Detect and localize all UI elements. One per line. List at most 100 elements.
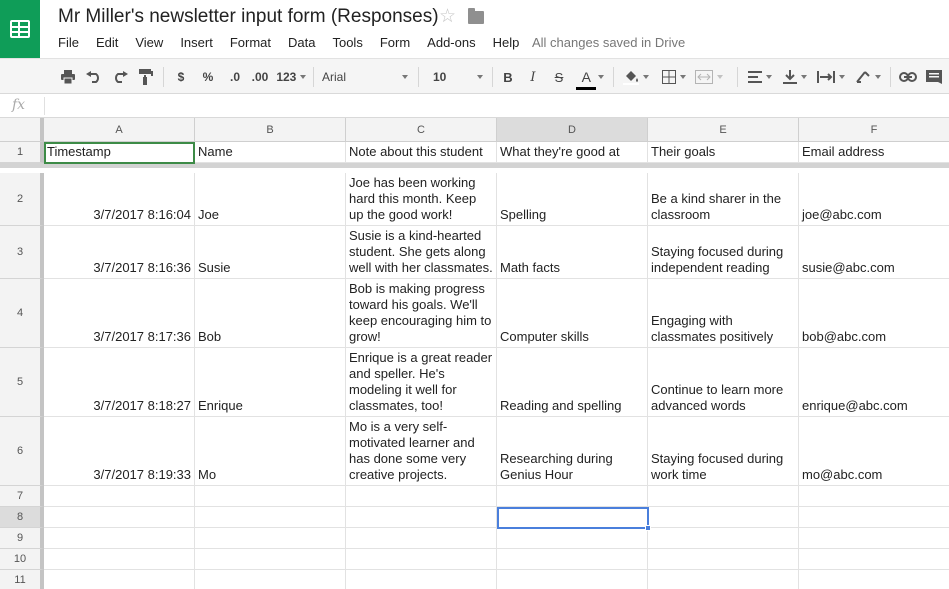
cell-f2[interactable]: joe@abc.com xyxy=(799,173,949,226)
row-header-4[interactable]: 4 xyxy=(0,279,44,348)
cell-d6[interactable]: Researching during Genius Hour xyxy=(497,417,648,486)
cell-b3[interactable]: Susie xyxy=(195,226,346,279)
cell-c1[interactable]: Note about this student xyxy=(346,142,497,163)
cell-d4[interactable]: Computer skills xyxy=(497,279,648,348)
row-header-5[interactable]: 5 xyxy=(0,348,44,417)
cell-a8[interactable] xyxy=(44,507,195,528)
menu-tools[interactable]: Tools xyxy=(332,35,362,51)
menu-addons[interactable]: Add-ons xyxy=(427,35,475,51)
cell-c11[interactable] xyxy=(346,570,497,589)
formula-input[interactable] xyxy=(48,98,938,114)
menu-format[interactable]: Format xyxy=(230,35,271,51)
fill-color-button[interactable] xyxy=(620,68,652,86)
cell-d10[interactable] xyxy=(497,549,648,570)
cell-d11[interactable] xyxy=(497,570,648,589)
text-rotation-button[interactable] xyxy=(852,68,884,86)
row-header-8[interactable]: 8 xyxy=(0,507,44,528)
cell-a2[interactable]: 3/7/2017 8:16:04 xyxy=(44,173,195,226)
cell-f3[interactable]: susie@abc.com xyxy=(799,226,949,279)
cell-b7[interactable] xyxy=(195,486,346,507)
cell-d7[interactable] xyxy=(497,486,648,507)
cell-e10[interactable] xyxy=(648,549,799,570)
strikethrough-button[interactable]: S xyxy=(551,68,567,86)
cell-f10[interactable] xyxy=(799,549,949,570)
column-header-e[interactable]: E xyxy=(648,118,799,142)
cell-c10[interactable] xyxy=(346,549,497,570)
cell-d9[interactable] xyxy=(497,528,648,549)
row-header-6[interactable]: 6 xyxy=(0,417,44,486)
cell-f7[interactable] xyxy=(799,486,949,507)
folder-icon[interactable] xyxy=(468,8,484,24)
cell-a7[interactable] xyxy=(44,486,195,507)
cell-b9[interactable] xyxy=(195,528,346,549)
cell-a6[interactable]: 3/7/2017 8:19:33 xyxy=(44,417,195,486)
cell-f5[interactable]: enrique@abc.com xyxy=(799,348,949,417)
cell-e3[interactable]: Staying focused during independent readi… xyxy=(648,226,799,279)
row-header-7[interactable]: 7 xyxy=(0,486,44,507)
cell-b2[interactable]: Joe xyxy=(195,173,346,226)
cell-d2[interactable]: Spelling xyxy=(497,173,648,226)
merge-cells-button[interactable] xyxy=(693,68,725,86)
paint-format-icon[interactable] xyxy=(137,68,155,86)
cell-e6[interactable]: Staying focused during work time xyxy=(648,417,799,486)
cell-a4[interactable]: 3/7/2017 8:17:36 xyxy=(44,279,195,348)
font-family-dropdown[interactable]: Arial xyxy=(322,68,408,86)
text-wrapping-button[interactable] xyxy=(815,68,847,86)
menu-data[interactable]: Data xyxy=(288,35,315,51)
insert-link-button[interactable] xyxy=(898,68,918,86)
column-header-d[interactable]: D xyxy=(497,118,648,142)
sheets-logo-icon[interactable] xyxy=(0,0,40,58)
cell-e4[interactable]: Engaging with classmates positively xyxy=(648,279,799,348)
more-formats-dropdown[interactable]: 123 xyxy=(275,68,307,86)
document-title[interactable]: Mr Miller's newsletter input form (Respo… xyxy=(58,6,439,28)
cell-c9[interactable] xyxy=(346,528,497,549)
cell-e5[interactable]: Continue to learn more advanced words xyxy=(648,348,799,417)
menu-insert[interactable]: Insert xyxy=(180,35,213,51)
row-header-9[interactable]: 9 xyxy=(0,528,44,549)
cell-c4[interactable]: Bob is making progress toward his goals.… xyxy=(346,279,497,348)
cell-e11[interactable] xyxy=(648,570,799,589)
star-icon[interactable]: ☆ xyxy=(439,7,456,26)
menu-edit[interactable]: Edit xyxy=(96,35,118,51)
cell-e8[interactable] xyxy=(648,507,799,528)
cell-c5[interactable]: Enrique is a great reader and speller. H… xyxy=(346,348,497,417)
text-color-button[interactable]: A xyxy=(575,68,607,90)
cell-e1[interactable]: Their goals xyxy=(648,142,799,163)
cell-a11[interactable] xyxy=(44,570,195,589)
menu-file[interactable]: File xyxy=(58,35,79,51)
cell-b1[interactable]: Name xyxy=(195,142,346,163)
row-header-3[interactable]: 3 xyxy=(0,226,44,279)
column-header-f[interactable]: F xyxy=(799,118,949,142)
bold-button[interactable]: B xyxy=(500,68,516,86)
cell-e7[interactable] xyxy=(648,486,799,507)
cell-e2[interactable]: Be a kind sharer in the classroom xyxy=(648,173,799,226)
cell-c2[interactable]: Joe has been working hard this month. Ke… xyxy=(346,173,497,226)
cell-f11[interactable] xyxy=(799,570,949,589)
percent-button[interactable]: % xyxy=(199,68,217,86)
cell-f1[interactable]: Email address xyxy=(799,142,949,163)
undo-icon[interactable] xyxy=(85,68,103,86)
menu-help[interactable]: Help xyxy=(493,35,520,51)
cell-f4[interactable]: bob@abc.com xyxy=(799,279,949,348)
vertical-align-button[interactable] xyxy=(780,68,810,86)
cell-c6[interactable]: Mo is a very self-motivated learner and … xyxy=(346,417,497,486)
cell-b8[interactable] xyxy=(195,507,346,528)
cell-a3[interactable]: 3/7/2017 8:16:36 xyxy=(44,226,195,279)
cell-b4[interactable]: Bob xyxy=(195,279,346,348)
column-header-c[interactable]: C xyxy=(346,118,497,142)
cell-d1[interactable]: What they're good at xyxy=(497,142,648,163)
row-header-2[interactable]: 2 xyxy=(0,173,44,226)
cell-c8[interactable] xyxy=(346,507,497,528)
cell-c3[interactable]: Susie is a kind-hearted student. She get… xyxy=(346,226,497,279)
cell-b10[interactable] xyxy=(195,549,346,570)
column-header-a[interactable]: A xyxy=(44,118,195,142)
redo-icon[interactable] xyxy=(111,68,129,86)
decrease-decimals-button[interactable]: .0 xyxy=(224,68,246,86)
cell-c7[interactable] xyxy=(346,486,497,507)
cell-f6[interactable]: mo@abc.com xyxy=(799,417,949,486)
print-icon[interactable] xyxy=(59,68,77,86)
cell-a9[interactable] xyxy=(44,528,195,549)
row-header-10[interactable]: 10 xyxy=(0,549,44,570)
row-header-1[interactable]: 1 xyxy=(0,142,44,163)
cell-b6[interactable]: Mo xyxy=(195,417,346,486)
